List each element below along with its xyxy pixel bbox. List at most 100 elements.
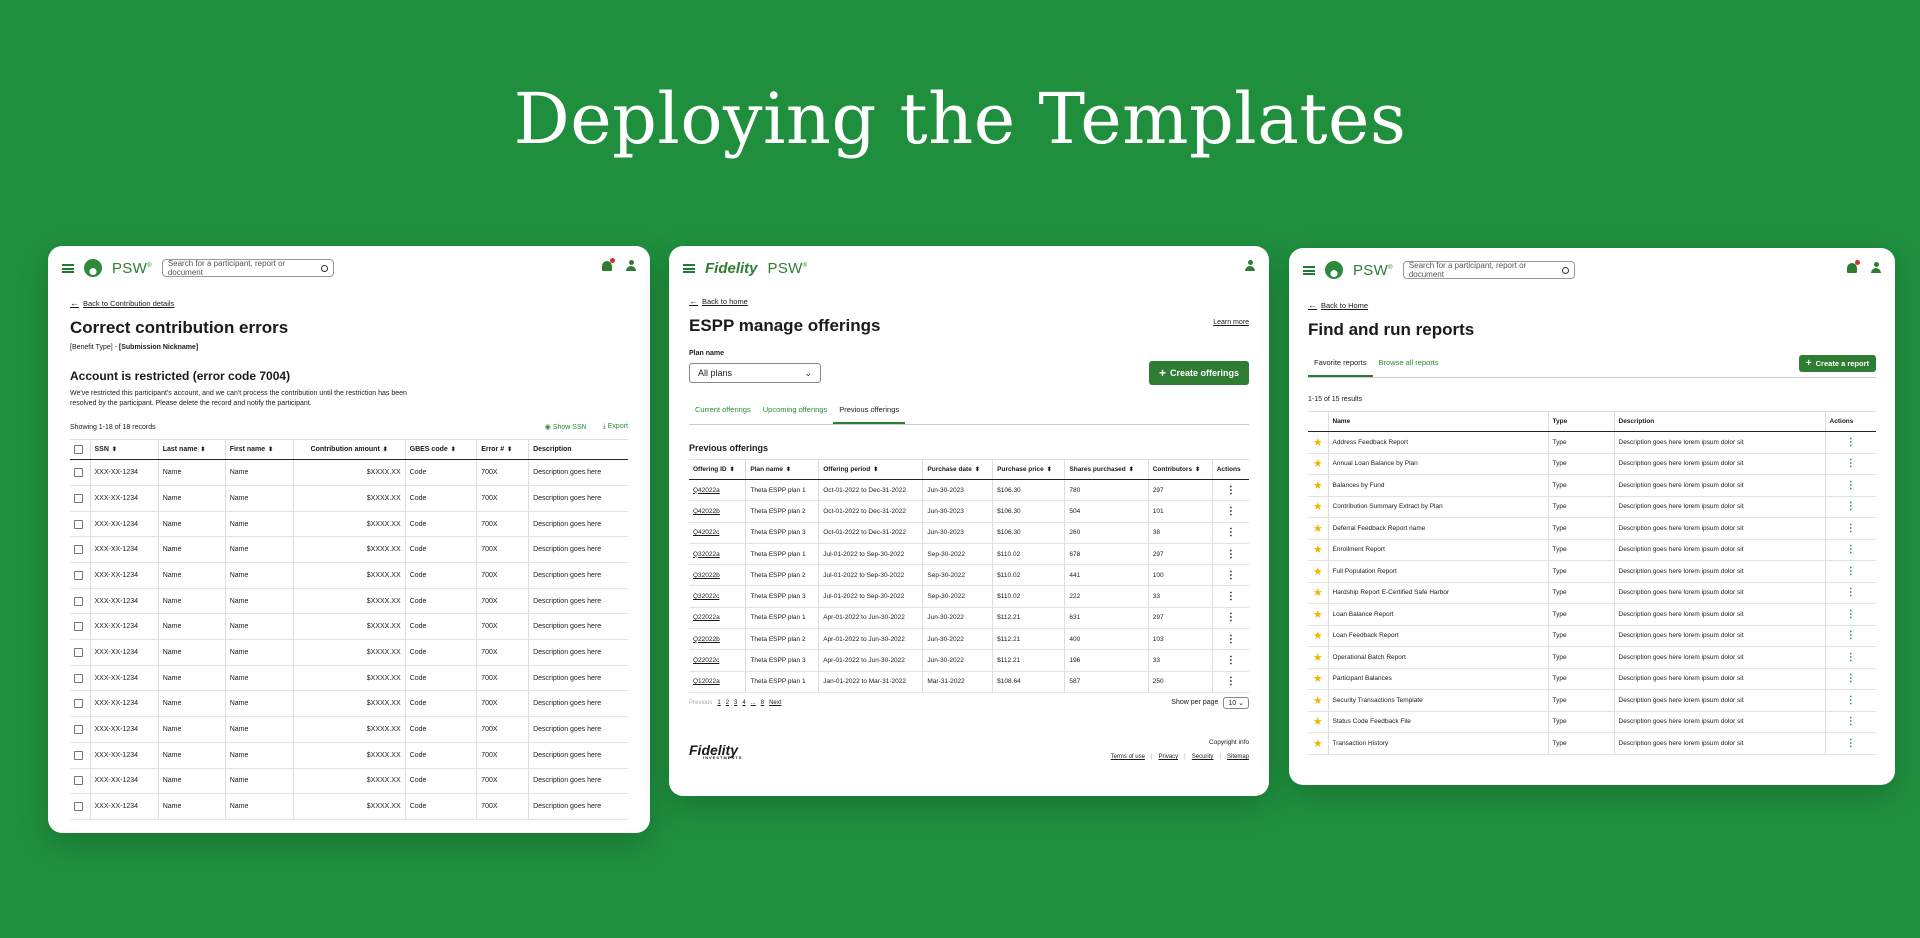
cell-offering-id[interactable]: Q32022a xyxy=(689,543,747,566)
sort-icon[interactable]: ⬍ xyxy=(1195,467,1200,473)
favorite-star-icon[interactable]: ★ xyxy=(1313,523,1323,535)
kebab-menu-icon[interactable]: ⋮ xyxy=(1226,527,1236,538)
select-all-header[interactable] xyxy=(70,439,91,461)
footer-link-sitemap[interactable]: Sitemap xyxy=(1227,754,1249,760)
cell-name[interactable]: Operational Batch Report xyxy=(1328,646,1549,669)
kebab-menu-icon[interactable]: ⋮ xyxy=(1846,587,1856,598)
cell-name[interactable]: Transaction History xyxy=(1328,732,1549,755)
kebab-menu-icon[interactable]: ⋮ xyxy=(1226,591,1236,602)
cell-name[interactable]: Balances by Fund xyxy=(1328,474,1549,497)
tab-upcoming-offerings[interactable]: Upcoming offerings xyxy=(757,397,833,424)
pager-next[interactable]: Next xyxy=(769,700,781,706)
cell-name[interactable]: Loan Balance Report xyxy=(1328,603,1549,626)
cell-offering-id[interactable]: Q32022c xyxy=(689,585,747,608)
kebab-menu-icon[interactable]: ⋮ xyxy=(1846,673,1856,684)
search-icon[interactable] xyxy=(320,264,328,272)
notification-bell-icon[interactable] xyxy=(602,257,615,271)
back-link[interactable]: ← Back to home xyxy=(689,296,748,306)
cell-name[interactable]: Annual Loan Balance by Plan xyxy=(1328,453,1549,475)
column-header-description[interactable]: Description xyxy=(528,439,628,461)
footer-link-security[interactable]: Security xyxy=(1192,754,1214,760)
pager-page[interactable]: 1 xyxy=(717,700,720,706)
row-checkbox[interactable] xyxy=(74,519,83,529)
kebab-menu-icon[interactable]: ⋮ xyxy=(1846,566,1856,577)
sort-icon[interactable]: ⬍ xyxy=(1129,467,1134,473)
sort-icon[interactable]: ⬍ xyxy=(112,447,117,453)
favorite-star-icon[interactable]: ★ xyxy=(1313,480,1323,492)
column-header-ssn[interactable]: SSN ⬍ xyxy=(90,439,159,461)
back-link[interactable]: ← Back to Home xyxy=(1308,300,1876,310)
search-input[interactable]: Search for a participant, report or docu… xyxy=(1402,261,1575,279)
search-icon[interactable] xyxy=(1561,266,1569,274)
column-header-purchase-price[interactable]: Purchase price ⬍ xyxy=(992,459,1066,480)
kebab-menu-icon[interactable]: ⋮ xyxy=(1846,609,1856,620)
learn-more-link[interactable]: Learn more xyxy=(1213,319,1249,326)
tab-favorite-reports[interactable]: Favorite reports xyxy=(1308,350,1373,377)
row-checkbox[interactable] xyxy=(74,699,83,709)
plan-select[interactable]: All plans ⌄ xyxy=(689,363,821,383)
kebab-menu-icon[interactable]: ⋮ xyxy=(1226,485,1236,496)
column-header-shares-purchased[interactable]: Shares purchased ⬍ xyxy=(1064,459,1149,480)
row-checkbox[interactable] xyxy=(74,468,83,478)
kebab-menu-icon[interactable]: ⋮ xyxy=(1846,652,1856,663)
kebab-menu-icon[interactable]: ⋮ xyxy=(1846,630,1856,641)
sort-icon[interactable]: ⬍ xyxy=(786,467,791,473)
kebab-menu-icon[interactable]: ⋮ xyxy=(1846,458,1856,469)
favorite-star-icon[interactable]: ★ xyxy=(1313,566,1323,578)
back-link[interactable]: ← Back to Contribution details xyxy=(70,298,628,308)
tab-current-offerings[interactable]: Current offerings xyxy=(689,397,757,424)
kebab-menu-icon[interactable]: ⋮ xyxy=(1846,480,1856,491)
column-header-purchase-date[interactable]: Purchase date ⬍ xyxy=(922,459,994,480)
cell-offering-id[interactable]: Q22022c xyxy=(689,649,747,672)
column-header-first-name[interactable]: First name ⬍ xyxy=(225,439,294,461)
fidelity-logo[interactable]: Fidelity xyxy=(705,260,758,277)
show-ssn-button[interactable]: ◉ Show SSN xyxy=(545,423,587,431)
favorite-star-icon[interactable]: ★ xyxy=(1313,673,1323,685)
column-header-actions[interactable]: Actions xyxy=(1212,459,1249,480)
pager-previous[interactable]: Previous xyxy=(689,700,712,706)
favorite-star-icon[interactable]: ★ xyxy=(1313,609,1323,621)
cell-offering-id[interactable]: Q42022b xyxy=(689,500,747,523)
menu-icon[interactable] xyxy=(683,263,695,273)
cell-name[interactable]: Status Code Feedback File xyxy=(1328,711,1549,733)
kebab-menu-icon[interactable]: ⋮ xyxy=(1846,523,1856,534)
sort-icon[interactable]: ⬍ xyxy=(383,447,388,453)
row-checkbox[interactable] xyxy=(74,622,83,632)
favorite-star-icon[interactable]: ★ xyxy=(1313,738,1323,750)
row-checkbox[interactable] xyxy=(74,647,83,657)
favorite-star-icon[interactable]: ★ xyxy=(1313,501,1323,513)
kebab-menu-icon[interactable]: ⋮ xyxy=(1226,506,1236,517)
row-checkbox[interactable] xyxy=(74,596,83,606)
favorite-star-icon[interactable]: ★ xyxy=(1313,458,1323,470)
footer-link-terms-of-use[interactable]: Terms of use xyxy=(1111,754,1145,760)
kebab-menu-icon[interactable]: ⋮ xyxy=(1226,570,1236,581)
create-report-button[interactable]: + Create a report xyxy=(1798,355,1876,372)
cell-offering-id[interactable]: Q42022c xyxy=(689,522,747,544)
create-offerings-button[interactable]: + Create offerings xyxy=(1148,361,1249,385)
psw-logo[interactable]: PSW® xyxy=(768,260,808,277)
cell-name[interactable]: Full Population Report xyxy=(1328,560,1549,583)
cell-name[interactable]: Enrollment Report xyxy=(1328,539,1549,561)
column-header-error[interactable]: Error # ⬍ xyxy=(476,439,530,461)
kebab-menu-icon[interactable]: ⋮ xyxy=(1226,612,1236,623)
kebab-menu-icon[interactable]: ⋮ xyxy=(1846,544,1856,555)
sort-icon[interactable]: ⬍ xyxy=(268,447,273,453)
pager-page[interactable]: 2 xyxy=(726,700,729,706)
select-all-checkbox[interactable] xyxy=(74,445,83,455)
cell-name[interactable]: Security Transactions Template xyxy=(1328,689,1549,712)
cell-offering-id[interactable]: Q12022a xyxy=(689,671,747,693)
column-header-contributors[interactable]: Contributors ⬍ xyxy=(1148,459,1213,480)
cell-name[interactable]: Participant Balances xyxy=(1328,668,1549,690)
column-header-plan-name[interactable]: Plan name ⬍ xyxy=(745,459,820,480)
cell-offering-id[interactable]: Q22022b xyxy=(689,628,747,651)
sort-icon[interactable]: ⬍ xyxy=(975,467,980,473)
psw-logo[interactable]: PSW® xyxy=(1353,262,1393,279)
kebab-menu-icon[interactable]: ⋮ xyxy=(1226,655,1236,666)
user-icon[interactable] xyxy=(626,260,636,271)
sort-icon[interactable]: ⬍ xyxy=(451,447,456,453)
sort-icon[interactable]: ⬍ xyxy=(873,467,878,473)
export-button[interactable]: ⤓ Export xyxy=(603,423,628,431)
pager-page[interactable]: 4 xyxy=(742,700,745,706)
column-header-last-name[interactable]: Last name ⬍ xyxy=(158,439,226,461)
user-icon[interactable] xyxy=(1245,260,1255,271)
